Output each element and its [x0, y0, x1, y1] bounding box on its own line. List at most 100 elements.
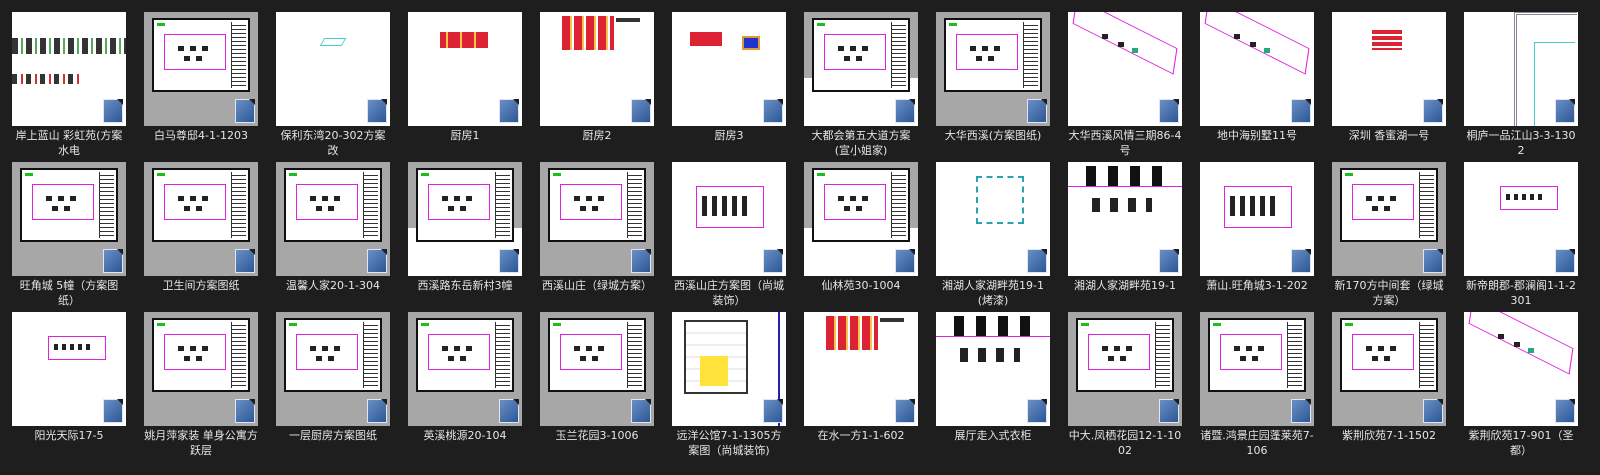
file-name-label[interactable]: 新帝朗郡-郡澜阁1-1-2301: [1464, 278, 1578, 308]
file-thumbnail[interactable]: [672, 312, 786, 426]
file-name-label[interactable]: 大华西溪风情三期86-4号: [1068, 128, 1182, 158]
file-name-label[interactable]: 厨房2: [540, 128, 654, 143]
file-name-label[interactable]: 新170方中间套（绿城方案）: [1332, 278, 1446, 308]
file-name-label[interactable]: 湘湖人家湖畔苑19-1: [1068, 278, 1182, 293]
file-thumbnail[interactable]: [936, 162, 1050, 276]
file-tile[interactable]: 岸上蓝山 彩虹苑(方案水电: [12, 12, 126, 162]
file-name-label[interactable]: 紫荆欣苑17-901（圣都）: [1464, 428, 1578, 458]
file-tile[interactable]: 厨房1: [408, 12, 522, 162]
file-thumbnail[interactable]: [1464, 162, 1578, 276]
file-tile[interactable]: 一层厨房方案图纸: [276, 312, 390, 462]
file-thumbnail[interactable]: [12, 12, 126, 126]
file-tile[interactable]: 新帝朗郡-郡澜阁1-1-2301: [1464, 162, 1578, 312]
file-thumbnail[interactable]: [1200, 162, 1314, 276]
file-thumbnail[interactable]: [1068, 312, 1182, 426]
file-name-label[interactable]: 阳光天际17-5: [12, 428, 126, 443]
file-tile[interactable]: 诸暨.鸿景庄园蓬莱苑7-106: [1200, 312, 1314, 462]
file-thumbnail[interactable]: [1068, 12, 1182, 126]
file-tile[interactable]: 紫荆欣苑17-901（圣都）: [1464, 312, 1578, 462]
file-name-label[interactable]: 旺角城 5幢（方案图纸）: [12, 278, 126, 308]
file-tile[interactable]: 卫生间方案图纸: [144, 162, 258, 312]
file-thumbnail[interactable]: [804, 12, 918, 126]
file-thumbnail[interactable]: [276, 312, 390, 426]
file-name-label[interactable]: 远洋公馆7-1-1305方案图（尚城装饰): [672, 428, 786, 458]
file-tile[interactable]: 厨房3: [672, 12, 786, 162]
file-thumbnail[interactable]: [408, 12, 522, 126]
file-name-label[interactable]: 厨房1: [408, 128, 522, 143]
file-tile[interactable]: 厨房2: [540, 12, 654, 162]
file-name-label[interactable]: 西溪山庄方案图（尚城装饰）: [672, 278, 786, 308]
file-tile[interactable]: 保利东湾20-302方案改: [276, 12, 390, 162]
file-name-label[interactable]: 展厅走入式衣柜: [936, 428, 1050, 443]
file-thumbnail[interactable]: [672, 162, 786, 276]
file-name-label[interactable]: 白马尊邸4-1-1203: [144, 128, 258, 143]
file-tile[interactable]: 白马尊邸4-1-1203: [144, 12, 258, 162]
file-tile[interactable]: 新170方中间套（绿城方案）: [1332, 162, 1446, 312]
file-thumbnail[interactable]: [804, 162, 918, 276]
file-name-label[interactable]: 一层厨房方案图纸: [276, 428, 390, 443]
file-name-label[interactable]: 玉兰花园3-1006: [540, 428, 654, 443]
file-name-label[interactable]: 姚月萍家装 单身公寓方跃层: [144, 428, 258, 458]
file-thumbnail[interactable]: [12, 162, 126, 276]
file-thumbnail[interactable]: [408, 312, 522, 426]
file-thumbnail[interactable]: [540, 12, 654, 126]
file-name-label[interactable]: 西溪山庄（绿城方案）: [540, 278, 654, 293]
file-tile[interactable]: 地中海别墅11号: [1200, 12, 1314, 162]
file-thumbnail[interactable]: [1332, 12, 1446, 126]
file-thumbnail[interactable]: [540, 162, 654, 276]
file-tile[interactable]: 旺角城 5幢（方案图纸）: [12, 162, 126, 312]
file-name-label[interactable]: 厨房3: [672, 128, 786, 143]
file-name-label[interactable]: 仙林苑30-1004: [804, 278, 918, 293]
file-thumbnail[interactable]: [1464, 12, 1578, 126]
file-name-label[interactable]: 地中海别墅11号: [1200, 128, 1314, 143]
file-tile[interactable]: 西溪山庄方案图（尚城装饰）: [672, 162, 786, 312]
file-name-label[interactable]: 萧山.旺角城3-1-202: [1200, 278, 1314, 293]
file-tile[interactable]: 湘湖人家湖畔苑19-1: [1068, 162, 1182, 312]
file-name-label[interactable]: 在水一方1-1-602: [804, 428, 918, 443]
file-tile[interactable]: 远洋公馆7-1-1305方案图（尚城装饰): [672, 312, 786, 462]
file-name-label[interactable]: 深圳 香蜜湖一号: [1332, 128, 1446, 143]
file-name-label[interactable]: 大都会第五大道方案(宣小姐家): [804, 128, 918, 158]
file-thumbnail[interactable]: [936, 312, 1050, 426]
file-thumbnail[interactable]: [144, 162, 258, 276]
file-tile[interactable]: 大华西溪(方案图纸): [936, 12, 1050, 162]
file-tile[interactable]: 深圳 香蜜湖一号: [1332, 12, 1446, 162]
file-tile[interactable]: 温馨人家20-1-304: [276, 162, 390, 312]
file-tile[interactable]: 大都会第五大道方案(宣小姐家): [804, 12, 918, 162]
file-tile[interactable]: 展厅走入式衣柜: [936, 312, 1050, 462]
file-tile[interactable]: 湘湖人家湖畔苑19-1(烤漆): [936, 162, 1050, 312]
file-tile[interactable]: 紫荆欣苑7-1-1502: [1332, 312, 1446, 462]
file-tile[interactable]: 萧山.旺角城3-1-202: [1200, 162, 1314, 312]
file-thumbnail[interactable]: [12, 312, 126, 426]
file-thumbnail[interactable]: [1068, 162, 1182, 276]
file-name-label[interactable]: 湘湖人家湖畔苑19-1(烤漆): [936, 278, 1050, 308]
file-thumbnail[interactable]: [540, 312, 654, 426]
file-tile[interactable]: 西溪山庄（绿城方案）: [540, 162, 654, 312]
file-tile[interactable]: 中大.凤栖花园12-1-1002: [1068, 312, 1182, 462]
file-tile[interactable]: 英溪桃源20-104: [408, 312, 522, 462]
file-thumbnail[interactable]: [672, 12, 786, 126]
file-thumbnail[interactable]: [1332, 312, 1446, 426]
file-thumbnail[interactable]: [276, 162, 390, 276]
file-name-label[interactable]: 桐庐一品江山3-3-1302: [1464, 128, 1578, 158]
file-tile[interactable]: 阳光天际17-5: [12, 312, 126, 462]
file-thumbnail[interactable]: [144, 312, 258, 426]
file-thumbnail[interactable]: [804, 312, 918, 426]
file-tile[interactable]: 大华西溪风情三期86-4号: [1068, 12, 1182, 162]
file-thumbnail[interactable]: [408, 162, 522, 276]
file-tile[interactable]: 桐庐一品江山3-3-1302: [1464, 12, 1578, 162]
file-name-label[interactable]: 西溪路东岳新村3幢: [408, 278, 522, 293]
file-thumbnail[interactable]: [144, 12, 258, 126]
file-name-label[interactable]: 温馨人家20-1-304: [276, 278, 390, 293]
file-name-label[interactable]: 英溪桃源20-104: [408, 428, 522, 443]
file-thumbnail[interactable]: [936, 12, 1050, 126]
file-thumbnail[interactable]: [276, 12, 390, 126]
file-name-label[interactable]: 卫生间方案图纸: [144, 278, 258, 293]
file-tile[interactable]: 西溪路东岳新村3幢: [408, 162, 522, 312]
file-thumbnail[interactable]: [1200, 312, 1314, 426]
file-name-label[interactable]: 紫荆欣苑7-1-1502: [1332, 428, 1446, 443]
file-name-label[interactable]: 中大.凤栖花园12-1-1002: [1068, 428, 1182, 458]
file-name-label[interactable]: 岸上蓝山 彩虹苑(方案水电: [12, 128, 126, 158]
file-tile[interactable]: 仙林苑30-1004: [804, 162, 918, 312]
file-thumbnail[interactable]: [1332, 162, 1446, 276]
